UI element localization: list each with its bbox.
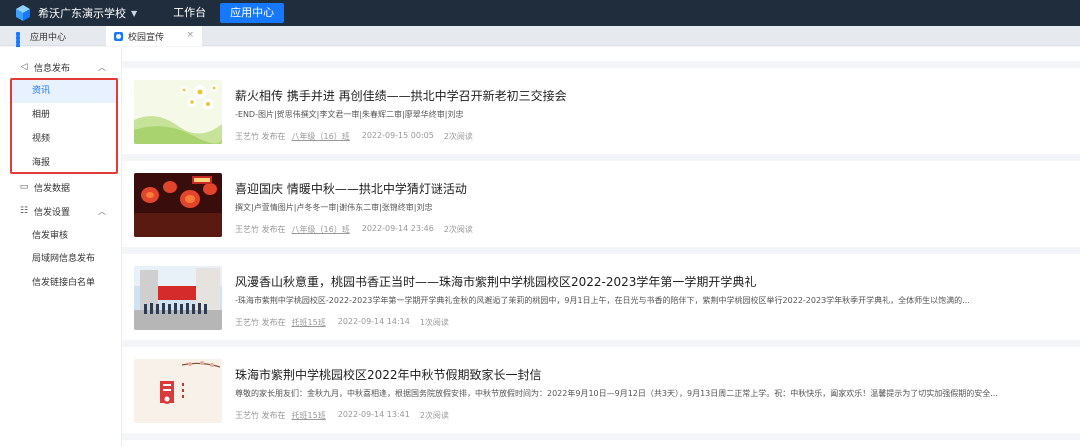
caret-down-icon: ▼ [131,8,138,18]
app-icon [114,31,123,41]
article-summary: -END-图片|贺思伟撰文|李文君一审|朱春辉二审|廖翠华终审|刘忠 [235,110,464,119]
tab-campus-promo[interactable]: 校园宣传 × [106,26,202,46]
divider [122,61,1080,68]
article-thumbnail [134,359,222,423]
group-label: 信发设置 [34,207,71,218]
article-meta: 王艺竹 发布在 托班15班 2022-09-14 13:41 2次阅读 [235,410,455,421]
article-reads: 2次阅读 [443,225,473,234]
divider [122,433,1080,440]
school-name: 希沃广东演示学校 [38,7,126,20]
sidebar-group-publish[interactable]: ◁ 信息发布 ︿ [0,55,122,79]
article-item[interactable]: 喜迎国庆 情暖中秋——拱北中学猜灯谜活动 撰文|卢萱情图片|卢冬冬一审|谢伟东二… [122,161,1080,247]
sidebar-group-stats[interactable]: ▭ 信发数据 [0,175,122,199]
article-meta: 王艺竹 发布在 八年级（16）班 2022-09-15 00:05 2次阅读 [235,131,479,142]
settings-icon: ☷ [19,206,29,216]
article-item[interactable]: 风漫香山秋意重，桃园书香正当时——珠海市紫荆中学桃园校区2022-2023学年第… [122,254,1080,340]
article-author: 王艺竹 发布在 [235,225,286,234]
tab-app-center[interactable]: 应用中心 [16,26,67,48]
scrolled-previous-item: · · · · · · · · · · · · · · · · · · · · … [234,47,415,50]
article-author: 王艺竹 发布在 [235,318,286,327]
sidebar-item-poster[interactable]: 海报 [12,151,118,175]
sidebar-item-review[interactable]: 信发审核 [0,224,122,248]
article-meta: 王艺竹 发布在 托班15班 2022-09-14 14:14 1次阅读 [235,317,455,328]
article-reads: 1次阅读 [419,318,449,327]
article-title[interactable]: 喜迎国庆 情暖中秋——拱北中学猜灯谜活动 [235,180,467,197]
article-thumbnail [134,266,222,330]
article-class-link[interactable]: 八年级（16）班 [292,224,350,235]
article-title[interactable]: 薪火相传 携手并进 再创佳绩——拱北中学召开新老初三交接会 [235,87,567,104]
chevron-up-icon: ︿ [98,206,106,216]
group-label: 信发数据 [34,183,71,194]
top-bar: 希沃广东演示学校 ▼ 工作台 应用中心 [0,0,1080,26]
send-icon: ◁ [20,62,28,72]
article-author: 王艺竹 发布在 [235,411,286,420]
article-summary: 撰文|卢萱情图片|卢冬冬一审|谢伟东二审|张锦终审|刘忠 [235,203,433,212]
article-item[interactable]: 珠海市紫荆中学桃园校区2022年中秋节假期致家长一封信 尊敬的家长朋友们：金秋九… [122,347,1080,433]
nav-workbench[interactable]: 工作台 [163,3,216,23]
divider [122,154,1080,161]
tab-label: 应用中心 [30,32,67,43]
sidebar-item-news[interactable]: 资讯 [12,79,118,103]
article-date: 2022-09-15 00:05 [361,131,434,140]
article-reads: 2次阅读 [443,132,473,141]
article-author: 王艺竹 发布在 [235,132,286,141]
article-class-link[interactable]: 托班15班 [292,410,326,421]
article-class-link[interactable]: 八年级（16）班 [292,131,350,142]
nav-app-center[interactable]: 应用中心 [220,3,285,23]
article-item[interactable]: 薪火相传 携手并进 再创佳绩——拱北中学召开新老初三交接会 -END-图片|贺思… [122,68,1080,154]
article-reads: 2次阅读 [419,411,449,420]
close-icon[interactable]: × [186,30,194,40]
divider [122,340,1080,347]
grid-icon [16,31,25,48]
article-title[interactable]: 风漫香山秋意重，桃园书香正当时——珠海市紫荆中学桃园校区2022-2023学年第… [235,273,756,290]
sidebar-item-video[interactable]: 视频 [12,127,118,151]
article-summary: -珠海市紫荆中学桃园校区-2022-2023学年第一学期开学典礼金秋的风邂逅了茉… [235,296,970,305]
seewo-logo-icon [14,4,32,22]
article-meta: 王艺竹 发布在 八年级（16）班 2022-09-14 23:46 2次阅读 [235,224,479,235]
main-content: · · · · · · · · · · · · · · · · · · · · … [122,47,1080,446]
article-date: 2022-09-14 14:14 [337,317,410,326]
divider [122,247,1080,254]
tab-bar: 应用中心 校园宣传 × [0,26,1080,48]
group-label: 信息发布 [34,63,71,74]
article-thumbnail [134,173,222,237]
sidebar-item-album[interactable]: 相册 [12,103,118,127]
article-date: 2022-09-14 23:46 [361,224,434,233]
sidebar-item-link-whitelist[interactable]: 信发链接白名单 [0,271,122,295]
chevron-up-icon: ︿ [98,62,106,72]
article-title[interactable]: 珠海市紫荆中学桃园校区2022年中秋节假期致家长一封信 [235,366,542,383]
article-thumbnail [134,80,222,144]
article-summary: 尊敬的家长朋友们：金秋九月，中秋喜相逢，根据国务院放假安排，中秋节放假时间为：2… [235,389,998,398]
sidebar-item-lan-publish[interactable]: 局域网信息发布 [0,247,122,271]
top-nav: 工作台 应用中心 [163,0,288,26]
sidebar-group-settings[interactable]: ☷ 信发设置 ︿ [0,199,122,223]
tab-label: 校园宣传 [128,32,165,43]
sidebar: ◁ 信息发布 ︿ 资讯 相册 视频 海报 ▭ 信发数据 ☷ 信发设置 ︿ 信发审… [0,47,122,446]
monitor-icon: ▭ [19,182,29,192]
article-date: 2022-09-14 13:41 [337,410,410,419]
article-class-link[interactable]: 托班15班 [292,317,326,328]
school-switcher[interactable]: 希沃广东演示学校 ▼ [38,5,137,21]
